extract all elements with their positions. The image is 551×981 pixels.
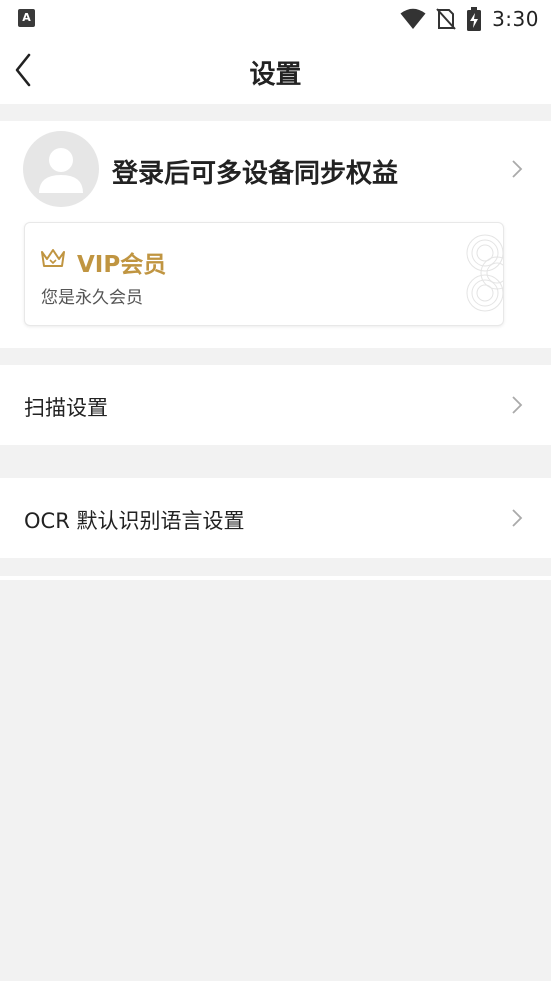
page-title: 设置 bbox=[249, 60, 302, 90]
crown-icon bbox=[41, 249, 65, 267]
user-avatar-icon bbox=[23, 131, 99, 207]
status-bar: A 3:30 bbox=[0, 0, 551, 38]
login-prompt: 登录后可多设备同步权益 bbox=[112, 159, 399, 189]
chevron-right-icon bbox=[512, 509, 523, 527]
wave-pattern-icon bbox=[466, 234, 503, 312]
vip-subtitle: 您是永久会员 bbox=[41, 288, 143, 308]
vip-card[interactable]: VIP会员 您是永久会员 bbox=[24, 222, 504, 326]
vip-title: VIP会员 bbox=[77, 252, 167, 278]
login-row[interactable]: 登录后可多设备同步权益 bbox=[0, 131, 551, 207]
status-bar-right: 3:30 bbox=[400, 6, 539, 32]
status-time: 3:30 bbox=[492, 7, 539, 31]
menu-divider bbox=[0, 576, 551, 580]
menu-item-ocr-language[interactable]: OCR 默认识别语言设置 bbox=[0, 478, 551, 558]
battery-charging-icon bbox=[467, 7, 482, 31]
menu-item-label: OCR 默认识别语言设置 bbox=[24, 509, 245, 533]
chevron-right-icon bbox=[512, 160, 523, 178]
no-sim-icon bbox=[436, 8, 456, 30]
app-notification-icon: A bbox=[18, 9, 35, 27]
menu-item-scan-settings[interactable]: 扫描设置 bbox=[0, 365, 551, 445]
chevron-right-icon bbox=[512, 396, 523, 414]
menu-item-label: 扫描设置 bbox=[24, 396, 108, 420]
app-header: 设置 bbox=[0, 38, 551, 104]
wifi-icon bbox=[400, 8, 426, 29]
account-section: 登录后可多设备同步权益 VIP会员 您是永久会员 bbox=[0, 121, 551, 348]
